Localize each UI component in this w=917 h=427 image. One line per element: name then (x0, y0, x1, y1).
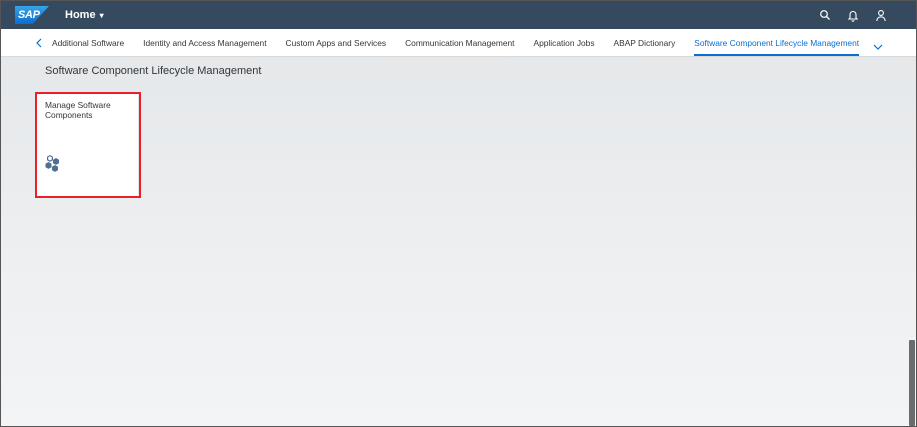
chevron-left-icon[interactable] (35, 38, 45, 48)
shell-actions (818, 1, 888, 29)
shell-bar: SAP Home ▾ (1, 1, 916, 29)
tile-title: Manage Software Components (45, 100, 111, 120)
launchpad-window: SAP Home ▾ Additional Software Identity … (0, 0, 917, 427)
bell-icon[interactable] (846, 8, 860, 22)
chevron-down-icon[interactable] (873, 38, 885, 56)
tab-application-jobs[interactable]: Application Jobs (534, 29, 595, 56)
tab-software-component-lifecycle-management[interactable]: Software Component Lifecycle Management (694, 29, 859, 56)
scrollbar-thumb[interactable] (909, 340, 915, 426)
home-menu-button[interactable]: Home ▾ (65, 9, 104, 21)
user-icon[interactable] (874, 8, 888, 22)
tab-abap-dictionary[interactable]: ABAP Dictionary (614, 29, 676, 56)
search-icon[interactable] (818, 8, 832, 22)
caret-down-icon: ▾ (99, 10, 104, 20)
sap-logo[interactable]: SAP (15, 6, 49, 24)
tab-additional-software[interactable]: Additional Software (52, 29, 124, 56)
space-tabs: Additional Software Identity and Access … (1, 29, 916, 57)
section-title: Software Component Lifecycle Management (45, 65, 262, 77)
software-components-icon (44, 154, 62, 172)
tab-communication-management[interactable]: Communication Management (405, 29, 514, 56)
logo-text: SAP (18, 9, 40, 21)
tab-identity-access-management[interactable]: Identity and Access Management (143, 29, 266, 56)
tab-custom-apps-services[interactable]: Custom Apps and Services (286, 29, 387, 56)
home-label: Home (65, 9, 96, 21)
manage-software-components-tile[interactable]: Manage Software Components (37, 94, 138, 196)
